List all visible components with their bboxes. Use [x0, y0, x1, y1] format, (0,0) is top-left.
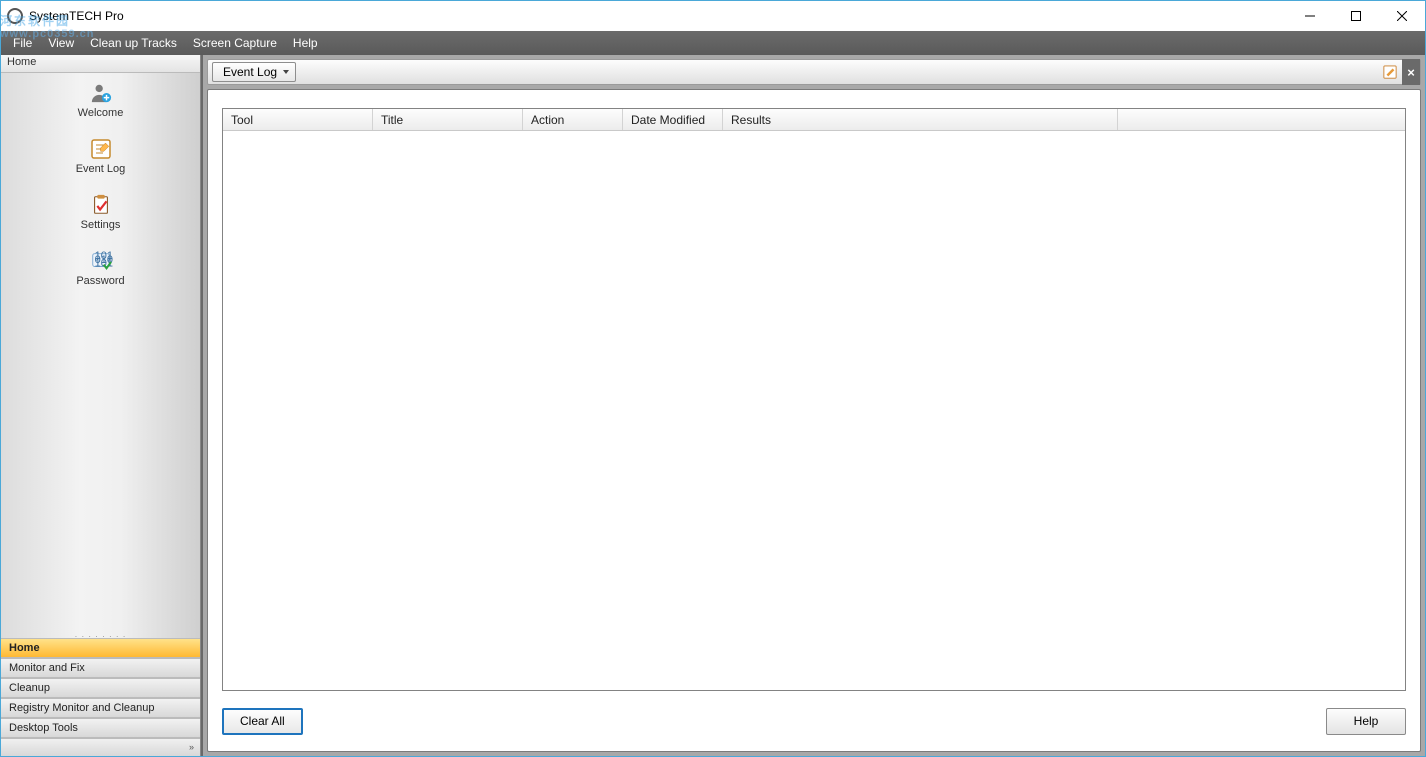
edit-icon[interactable] [1382, 64, 1398, 80]
sidebar-nav: Welcome Event Log Settings 101010 [1, 73, 200, 632]
bottom-nav-expand[interactable]: » [1, 738, 200, 756]
sidebar-item-label: Welcome [78, 107, 124, 119]
menu-cleanup-tracks[interactable]: Clean up Tracks [82, 33, 185, 53]
menu-help[interactable]: Help [285, 33, 326, 53]
bottom-nav-cleanup[interactable]: Cleanup [1, 678, 200, 698]
person-plus-icon [87, 81, 115, 105]
sidebar-item-password[interactable]: 101010010101101010 Password [1, 247, 200, 289]
sidebar-item-welcome[interactable]: Welcome [1, 79, 200, 121]
main-panel: Event Log × Tool Title Action Date Modif… [201, 55, 1425, 756]
clear-all-button[interactable]: Clear All [222, 708, 303, 735]
main-header: Event Log × [207, 59, 1421, 85]
col-spacer [1118, 109, 1405, 130]
app-icon [7, 8, 23, 24]
sidebar-item-label: Event Log [76, 163, 126, 175]
binary-shield-icon: 101010010101101010 [87, 249, 115, 273]
close-button[interactable] [1379, 1, 1425, 31]
sidebar-item-label: Password [76, 275, 124, 287]
help-button[interactable]: Help [1326, 708, 1406, 735]
bottom-nav-registry[interactable]: Registry Monitor and Cleanup [1, 698, 200, 718]
sidebar-item-event-log[interactable]: Event Log [1, 135, 200, 177]
menu-view[interactable]: View [40, 33, 82, 53]
col-tool[interactable]: Tool [223, 109, 373, 130]
table-body [223, 131, 1405, 690]
dropdown-label: Event Log [223, 65, 277, 79]
chevron-down-icon [283, 70, 289, 74]
clipboard-check-icon [87, 193, 115, 217]
close-panel-button[interactable]: × [1402, 59, 1420, 85]
col-date-modified[interactable]: Date Modified [623, 109, 723, 130]
minimize-button[interactable] [1287, 1, 1333, 31]
notepad-icon [87, 137, 115, 161]
menubar: File View Clean up Tracks Screen Capture… [1, 31, 1425, 55]
col-results[interactable]: Results [723, 109, 1118, 130]
menu-file[interactable]: File [5, 33, 40, 53]
table-header-row: Tool Title Action Date Modified Results [223, 109, 1405, 131]
app-title: SystemTECH Pro [29, 9, 124, 23]
sidebar-section-header: Home [1, 55, 200, 73]
footer-row: Clear All Help [222, 703, 1406, 739]
menu-screen-capture[interactable]: Screen Capture [185, 33, 285, 53]
event-log-table: Tool Title Action Date Modified Results [222, 108, 1406, 691]
col-action[interactable]: Action [523, 109, 623, 130]
chevron-down-icon: » [189, 742, 194, 752]
event-log-dropdown[interactable]: Event Log [212, 62, 296, 82]
app-window: 河东软件园 www.pc0359.cn SystemTECH Pro File … [0, 0, 1426, 757]
main-content: Tool Title Action Date Modified Results … [207, 89, 1421, 752]
bottom-nav-desktop-tools[interactable]: Desktop Tools [1, 718, 200, 738]
col-title[interactable]: Title [373, 109, 523, 130]
titlebar: SystemTECH Pro [1, 1, 1425, 31]
bottom-nav-monitor-fix[interactable]: Monitor and Fix [1, 658, 200, 678]
sidebar: Home Welcome Event Log [1, 55, 201, 756]
sidebar-item-settings[interactable]: Settings [1, 191, 200, 233]
sidebar-bottom-nav: Home Monitor and Fix Cleanup Registry Mo… [1, 638, 200, 756]
window-controls [1287, 1, 1425, 31]
bottom-nav-home[interactable]: Home [1, 638, 200, 658]
maximize-button[interactable] [1333, 1, 1379, 31]
sidebar-item-label: Settings [81, 219, 121, 231]
